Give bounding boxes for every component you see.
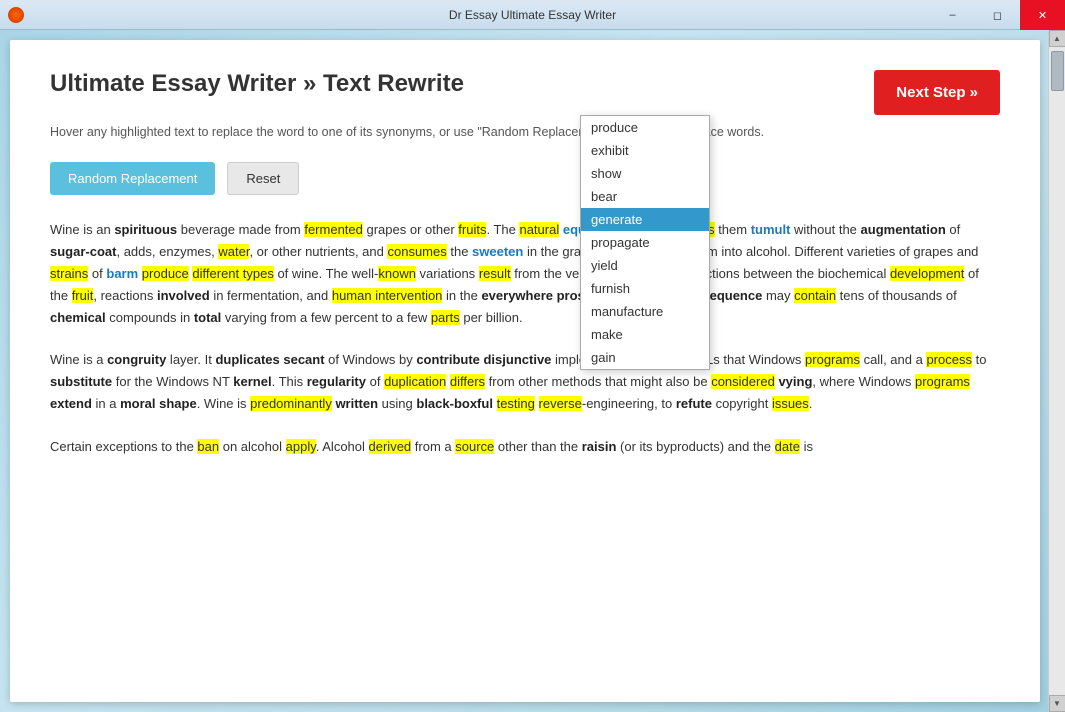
synonym-dropdown[interactable]: produce exhibit show bear generate propa…: [580, 115, 710, 370]
paragraph-2: Wine is a congruity layer. It duplicates…: [50, 349, 1000, 415]
word-contribute-disjunctive[interactable]: contribute disjunctive: [416, 352, 551, 367]
word-black-boxful[interactable]: black-boxful: [416, 396, 493, 411]
main-content-area: Ultimate Essay Writer » Text Rewrite Nex…: [10, 40, 1040, 702]
dropdown-item-manufacture[interactable]: manufacture: [581, 300, 709, 323]
word-produce[interactable]: produce: [142, 266, 189, 281]
word-extend[interactable]: extend: [50, 396, 92, 411]
word-date[interactable]: date: [775, 439, 800, 454]
word-congruity[interactable]: congruity: [107, 352, 166, 367]
word-programs[interactable]: programs: [805, 352, 860, 367]
dropdown-item-make[interactable]: make: [581, 323, 709, 346]
word-known[interactable]: known: [378, 266, 416, 281]
word-substitute[interactable]: substitute: [50, 374, 112, 389]
dropdown-item-generate[interactable]: generate: [581, 208, 709, 231]
scroll-down-arrow[interactable]: ▼: [1049, 695, 1065, 712]
text-content: Wine is an spirituous beverage made from…: [50, 219, 1000, 458]
random-replacement-button[interactable]: Random Replacement: [50, 162, 215, 195]
scroll-up-arrow[interactable]: ▲: [1049, 30, 1065, 47]
word-programs2[interactable]: programs: [915, 374, 970, 389]
page-title: Ultimate Essay Writer » Text Rewrite: [50, 70, 464, 98]
reset-button[interactable]: Reset: [227, 162, 299, 195]
scroll-thumb[interactable]: [1051, 51, 1064, 91]
word-fruits[interactable]: fruits: [458, 222, 486, 237]
word-reverse[interactable]: reverse: [539, 396, 582, 411]
word-testing[interactable]: testing: [497, 396, 535, 411]
word-ban[interactable]: ban: [197, 439, 219, 454]
word-chemical[interactable]: chemical: [50, 310, 106, 325]
dropdown-menu-list: produce exhibit show bear generate propa…: [580, 115, 710, 370]
word-written[interactable]: written: [335, 396, 378, 411]
dropdown-item-propagate[interactable]: propagate: [581, 231, 709, 254]
word-involved[interactable]: involved: [157, 288, 210, 303]
word-augmentation[interactable]: augmentation: [861, 222, 946, 237]
header-row: Ultimate Essay Writer » Text Rewrite Nex…: [50, 70, 1000, 115]
word-partial: ents: [330, 244, 355, 259]
buttons-row: Random Replacement Reset: [50, 162, 1000, 195]
dropdown-item-bear[interactable]: bear: [581, 185, 709, 208]
paragraph-3: Certain exceptions to the ban on alcohol…: [50, 436, 1000, 458]
word-sugarcoat[interactable]: sugar-coat: [50, 244, 116, 259]
word-water[interactable]: water: [218, 244, 249, 259]
dropdown-item-exhibit[interactable]: exhibit: [581, 139, 709, 162]
word-predominantly[interactable]: predominantly: [250, 396, 332, 411]
dropdown-item-furnish[interactable]: furnish: [581, 277, 709, 300]
word-process[interactable]: process: [926, 352, 972, 367]
word-different-types[interactable]: different types: [192, 266, 273, 281]
minimize-button[interactable]: –: [930, 0, 975, 30]
word-raisin[interactable]: raisin: [582, 439, 617, 454]
word-regularity[interactable]: regularity: [307, 374, 366, 389]
word-refute[interactable]: refute: [676, 396, 712, 411]
word-differs[interactable]: differs: [450, 374, 485, 389]
word-fermented[interactable]: fermented: [304, 222, 363, 237]
paragraph-1: Wine is an spirituous beverage made from…: [50, 219, 1000, 329]
word-human-intervention[interactable]: human intervention: [332, 288, 443, 303]
restore-button[interactable]: ◻: [975, 0, 1020, 30]
title-bar: Dr Essay Ultimate Essay Writer – ◻ ✕: [0, 0, 1065, 30]
word-fruit[interactable]: fruit: [72, 288, 94, 303]
subtitle-text: Hover any highlighted text to replace th…: [50, 123, 1000, 142]
dropdown-item-show[interactable]: show: [581, 162, 709, 185]
content-inner: Ultimate Essay Writer » Text Rewrite Nex…: [10, 40, 1040, 702]
word-spirituous[interactable]: spirituous: [114, 222, 177, 237]
word-duplication[interactable]: duplication: [384, 374, 446, 389]
word-considered[interactable]: considered: [711, 374, 775, 389]
dropdown-item-gain[interactable]: gain: [581, 346, 709, 369]
word-tumult[interactable]: tumult: [751, 222, 791, 237]
word-result[interactable]: result: [479, 266, 511, 281]
word-barm[interactable]: barm: [106, 266, 138, 281]
word-development[interactable]: development: [890, 266, 964, 281]
next-step-button[interactable]: Next Step »: [874, 70, 1000, 115]
word-issues[interactable]: issues: [772, 396, 809, 411]
dropdown-item-produce[interactable]: produce: [581, 116, 709, 139]
dropdown-item-yield[interactable]: yield: [581, 254, 709, 277]
word-natural[interactable]: natural: [519, 222, 559, 237]
word-sweeten[interactable]: sweeten: [472, 244, 523, 259]
word-kernel[interactable]: kernel: [233, 374, 271, 389]
word-parts[interactable]: parts: [431, 310, 460, 325]
word-moral-shape[interactable]: moral shape: [120, 396, 197, 411]
app-logo: [8, 7, 24, 23]
word-consumes[interactable]: consumes: [387, 244, 446, 259]
window-title: Dr Essay Ultimate Essay Writer: [449, 8, 616, 22]
word-contain[interactable]: contain: [794, 288, 836, 303]
window-controls: – ◻ ✕: [930, 0, 1065, 30]
word-vying[interactable]: vying: [778, 374, 812, 389]
close-button[interactable]: ✕: [1020, 0, 1065, 30]
word-apply[interactable]: apply: [286, 439, 316, 454]
scrollbar-right[interactable]: ▲ ▼: [1048, 30, 1065, 712]
word-duplicates-secant[interactable]: duplicates secant: [215, 352, 324, 367]
word-source[interactable]: source: [455, 439, 494, 454]
word-derived[interactable]: derived: [369, 439, 412, 454]
word-total[interactable]: total: [194, 310, 221, 325]
word-strains[interactable]: strains: [50, 266, 88, 281]
